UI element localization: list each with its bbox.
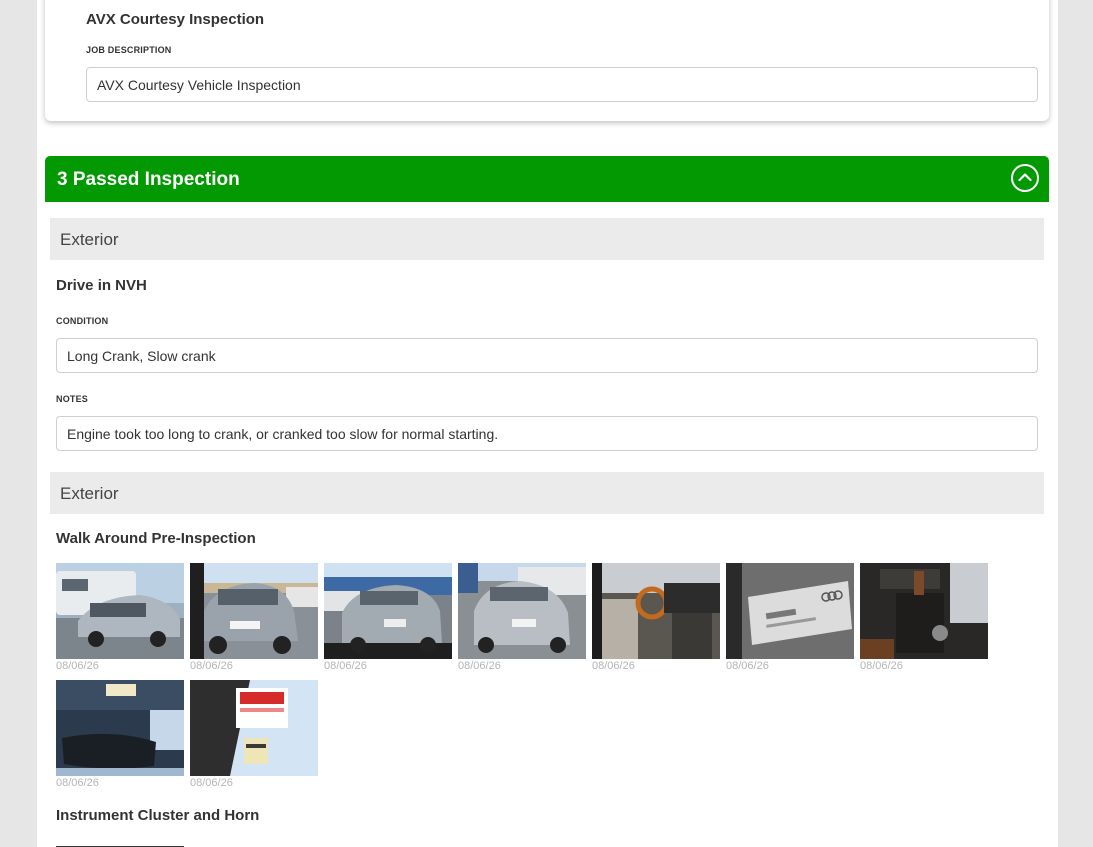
section-title: 3 Passed Inspection — [57, 169, 240, 190]
condition-label: CONDITION — [56, 316, 109, 326]
photo-date: 08/06/26 — [190, 660, 233, 672]
photo-date: 08/06/26 — [56, 777, 99, 789]
photo-thumbnail-6[interactable] — [726, 563, 854, 659]
photo-date: 08/06/26 — [458, 660, 501, 672]
item-title-instrument-cluster: Instrument Cluster and Horn — [56, 807, 260, 824]
group-header-exterior-2: Exterior — [50, 472, 1044, 514]
condition-field[interactable]: Long Crank, Slow crank — [56, 338, 1038, 373]
photo-date: 08/06/26 — [592, 660, 635, 672]
item-title-walk-around: Walk Around Pre-Inspection — [56, 530, 256, 547]
photo-thumbnail-9[interactable] — [190, 680, 318, 776]
job-description-label: JOB DESCRIPTION — [86, 45, 172, 55]
photo-thumbnail-8[interactable] — [56, 680, 184, 776]
photo-date: 08/06/26 — [324, 660, 367, 672]
photo-date: 08/06/26 — [190, 777, 233, 789]
photo-thumbnail-3[interactable] — [324, 563, 452, 659]
notes-value: Engine took too long to crank, or cranke… — [67, 425, 499, 442]
photo-thumbnail-2[interactable] — [190, 563, 318, 659]
photo-date: 08/06/26 — [726, 660, 769, 672]
notes-label: NOTES — [56, 394, 89, 404]
job-title: AVX Courtesy Inspection — [86, 11, 265, 28]
notes-field[interactable]: Engine took too long to crank, or cranke… — [56, 416, 1038, 451]
chevron-up-circle-icon[interactable] — [1011, 164, 1039, 192]
condition-value: Long Crank, Slow crank — [67, 347, 216, 364]
group-header-exterior: Exterior — [50, 218, 1044, 260]
job-card: AVX Courtesy Inspection JOB DESCRIPTION … — [45, 0, 1049, 121]
job-description-value: AVX Courtesy Vehicle Inspection — [97, 76, 301, 93]
photo-date: 08/06/26 — [860, 660, 903, 672]
photo-thumbnail-10[interactable] — [56, 840, 184, 847]
passed-inspection-header[interactable]: 3 Passed Inspection — [45, 156, 1049, 202]
job-description-field[interactable]: AVX Courtesy Vehicle Inspection — [86, 67, 1038, 102]
item-title-drive-in-nvh: Drive in NVH — [56, 277, 147, 294]
photo-thumbnail-4[interactable] — [458, 563, 586, 659]
photo-thumbnail-5[interactable] — [592, 563, 720, 659]
group-header-label: Exterior — [60, 230, 119, 249]
photo-thumbnail-1[interactable] — [56, 563, 184, 659]
photo-date: 08/06/26 — [56, 660, 99, 672]
photo-thumbnail-7[interactable] — [860, 563, 988, 659]
group-header-label: Exterior — [60, 484, 119, 503]
